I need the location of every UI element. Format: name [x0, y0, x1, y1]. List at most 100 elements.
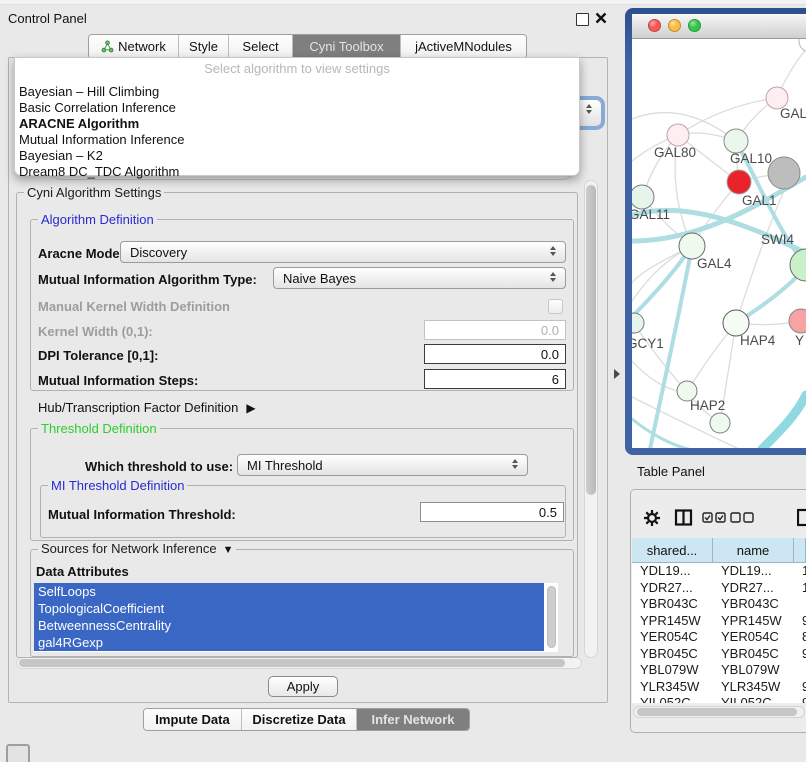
apply-button[interactable]: Apply — [268, 676, 338, 697]
sources-expander[interactable]: Sources for Network Inference — [38, 541, 236, 558]
table-cell: YBR043C — [632, 596, 713, 613]
table-row[interactable]: YLR345WYLR345W9. — [632, 679, 806, 696]
algorithm-dropdown-popup: Select algorithm to view settings Bayesi… — [14, 57, 580, 176]
tab-style[interactable]: Style — [179, 35, 229, 58]
table-row[interactable]: YBL079WYBL079W — [632, 662, 806, 679]
network-node[interactable] — [799, 39, 806, 52]
mi-threshold-field[interactable]: 0.5 — [420, 502, 564, 522]
float-window-icon[interactable] — [576, 13, 589, 26]
table-row[interactable]: YDR27...YDR27...12 — [632, 580, 806, 597]
tab-network[interactable]: Network — [89, 35, 179, 58]
network-edge[interactable] — [632, 419, 688, 448]
attribute-item-betweennesscentrality[interactable]: BetweennessCentrality — [34, 617, 544, 634]
hub-transcription-factor-expander[interactable]: Hub/Transcription Factor Definition — [38, 400, 256, 415]
table-row[interactable]: YPR145WYPR145W9. — [632, 613, 806, 630]
split-columns-icon[interactable] — [674, 508, 694, 528]
network-node-gal10[interactable] — [724, 129, 748, 153]
tab-discretize-data[interactable]: Discretize Data — [242, 709, 357, 730]
tab-impute-data[interactable]: Impute Data — [144, 709, 242, 730]
bottom-left-partial-icon[interactable] — [6, 744, 30, 762]
table-horizontal-scrollbar[interactable] — [633, 706, 805, 718]
control-panel-title: Control Panel — [8, 11, 87, 26]
node-label: GAL — [780, 106, 806, 121]
select-all-checkboxes-icon[interactable] — [702, 511, 728, 525]
table-row[interactable]: YDL19...YDL19...13 — [632, 563, 806, 580]
tab-cyni-toolbox[interactable]: Cyni Toolbox — [293, 35, 401, 58]
manual-kernel-width-checkbox[interactable] — [548, 299, 563, 314]
scrollbar-thumb[interactable] — [19, 659, 565, 667]
group-title: Threshold Definition — [38, 421, 160, 436]
table-body: YDL19...YDL19...13YDR27...YDR27...12YBR0… — [632, 563, 806, 703]
mi-algorithm-type-label: Mutual Information Algorithm Type: — [38, 272, 257, 287]
which-threshold-combobox[interactable]: MI Threshold — [237, 454, 528, 476]
tab-select[interactable]: Select — [229, 35, 293, 58]
column-header-name[interactable]: name — [713, 538, 794, 562]
network-edge[interactable] — [632, 246, 692, 317]
scrollbar-thumb[interactable] — [637, 708, 797, 716]
network-node-swi4[interactable] — [790, 249, 806, 281]
mi-steps-label: Mutual Information Steps: — [38, 373, 198, 388]
settings-vertical-scrollbar[interactable] — [584, 180, 598, 658]
table-row[interactable]: YER054CYER054C8. — [632, 629, 806, 646]
scrollbar-thumb[interactable] — [586, 185, 596, 495]
network-node-gal1[interactable] — [727, 170, 751, 194]
network-node-gcy1[interactable] — [632, 313, 644, 333]
network-node[interactable] — [768, 157, 800, 189]
network-edge[interactable] — [762, 395, 806, 448]
dpi-tolerance-label: DPI Tolerance [0,1]: — [38, 348, 158, 363]
partial-table-icon[interactable] — [797, 508, 806, 528]
algorithm-option-dream8-dc-tdc-algorithm[interactable]: Dream8 DC_TDC Algorithm — [18, 164, 576, 180]
aracne-mode-combobox[interactable]: Discovery — [120, 241, 566, 263]
attribute-item-selfloops[interactable]: SelfLoops — [34, 583, 544, 600]
gear-icon[interactable] — [642, 508, 662, 528]
combobox-arrows-icon — [550, 272, 558, 282]
dpi-tolerance-field[interactable]: 0.0 — [424, 344, 566, 364]
algorithm-option-aracne-algorithm[interactable]: ARACNE Algorithm — [18, 116, 576, 132]
deselect-all-checkboxes-icon[interactable] — [730, 511, 756, 525]
minimize-traffic-light-icon[interactable] — [668, 19, 681, 32]
network-node[interactable] — [710, 413, 730, 433]
network-window-titlebar[interactable] — [632, 14, 806, 39]
combobox-arrows-icon — [512, 459, 520, 469]
settings-horizontal-scrollbar[interactable] — [16, 657, 582, 669]
network-canvas[interactable]: GALGAL80GAL10GAL1GAL11GAL4SWI4GCY1HAP4YH… — [632, 39, 806, 448]
close-icon[interactable] — [595, 12, 607, 24]
table-cell: YDR27... — [713, 580, 794, 597]
node-label: GAL80 — [654, 145, 696, 160]
column-header-shared[interactable]: shared... — [632, 538, 713, 562]
tab-infer-network[interactable]: Infer Network — [357, 709, 469, 730]
table-row[interactable]: YBR043CYBR043C — [632, 596, 806, 613]
data-attributes-list[interactable]: SelfLoopsTopologicalCoefficientBetweenne… — [34, 583, 558, 652]
network-node-gal80[interactable] — [667, 124, 689, 146]
zoom-traffic-light-icon[interactable] — [688, 19, 701, 32]
algorithm-option-mutual-information-inference[interactable]: Mutual Information Inference — [18, 132, 576, 148]
algorithm-option-bayesian-k2[interactable]: Bayesian – K2 — [18, 148, 576, 164]
mi-steps-field[interactable]: 6 — [424, 369, 566, 389]
tab-label: Cyni Toolbox — [309, 39, 383, 54]
which-threshold-label: Which threshold to use: — [85, 459, 233, 474]
node-label: GCY1 — [632, 336, 664, 351]
node-label: GAL4 — [697, 256, 732, 271]
tab-jactivemnodules[interactable]: jActiveMNodules — [401, 35, 526, 58]
table-row[interactable]: YBR045CYBR045C9. — [632, 646, 806, 663]
mi-algorithm-type-combobox[interactable]: Naive Bayes — [273, 267, 566, 289]
table-header-row: shared...name — [632, 538, 806, 563]
network-node-gal11[interactable] — [632, 185, 654, 209]
network-node-y[interactable] — [789, 309, 806, 333]
close-traffic-light-icon[interactable] — [648, 19, 661, 32]
attribute-item-gal4rgexp[interactable]: gal4RGexp — [34, 634, 544, 651]
algorithm-option-bayesian-hill-climbing[interactable]: Bayesian – Hill Climbing — [18, 84, 576, 100]
table-cell — [794, 596, 806, 613]
table-cell: 9. — [794, 613, 806, 630]
kernel-width-field[interactable]: 0.0 — [424, 320, 566, 340]
list-scrollbar-thumb[interactable] — [547, 586, 556, 648]
table-row[interactable]: YIL052CYIL052C9 — [632, 695, 806, 703]
combobox-arrows-icon — [586, 104, 594, 114]
table-cell: YBL079W — [713, 662, 794, 679]
network-edge[interactable] — [634, 324, 687, 392]
attribute-item-topologicalcoefficient[interactable]: TopologicalCoefficient — [34, 600, 544, 617]
table-cell: 13 — [794, 563, 806, 580]
column-header-cut[interactable] — [794, 538, 806, 562]
tab-label: Network — [118, 39, 166, 54]
algorithm-option-basic-correlation-inference[interactable]: Basic Correlation Inference — [18, 100, 576, 116]
